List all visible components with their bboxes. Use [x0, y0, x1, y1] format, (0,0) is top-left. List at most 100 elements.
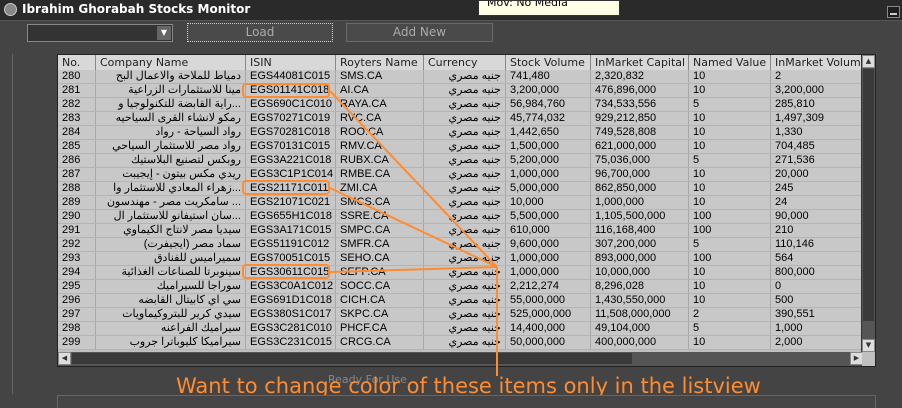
stocks-listview[interactable]: No. Company Name ISIN Royters Name Currency S… — [57, 54, 876, 367]
table-cell: سوراجا للسيراميك — [96, 280, 246, 293]
table-cell: سماد مصر (ايجيفرت) — [96, 238, 246, 251]
table-cell: جنيه مصري — [424, 196, 506, 209]
table-cell: 1,497,309 — [771, 112, 863, 125]
table-cell: 10 — [689, 70, 771, 83]
column-header[interactable]: Stock Volume — [506, 55, 591, 70]
table-row[interactable]: 296 سي اي كابيتال القابضه EGS691D1C018 CICH… — [58, 294, 863, 308]
column-header[interactable]: Royters Name — [336, 55, 424, 70]
table-row[interactable]: 297 سيدي كرير للبتروكيماويات EGS380S1C017 S… — [58, 308, 863, 322]
table-cell: EGS21071C021 — [246, 196, 336, 209]
table-cell: 1,330 — [771, 126, 863, 139]
app-icon[interactable] — [4, 3, 17, 16]
scroll-left-icon[interactable]: ◀ — [58, 352, 71, 365]
stock-combo[interactable]: ▼ — [27, 24, 173, 42]
table-row[interactable]: 295 سوراجا للسيراميك EGS3C0A1C012 SOCC.CA جن… — [58, 280, 863, 294]
table-row[interactable]: 291 سيديا مصر لانتاج الكيماوي EGS3A171C015… — [58, 224, 863, 238]
chevron-down-icon[interactable]: ▼ — [157, 26, 171, 40]
table-cell: 5 — [689, 238, 771, 251]
table-row[interactable]: 290 ...سان استيفانو للاستثمار ال EGS655H1C… — [58, 210, 863, 224]
table-cell: 55,000,000 — [506, 294, 591, 307]
table-cell: 10 — [689, 196, 771, 209]
column-header[interactable]: No. — [58, 55, 96, 70]
table-cell: 10 — [689, 168, 771, 181]
table-cell: EGS51191C012 — [246, 238, 336, 251]
table-row[interactable]: 285 رواد مصر للاستثمار السياحي EGS70131C01… — [58, 140, 863, 154]
column-header[interactable]: Company Name — [96, 55, 246, 70]
table-cell: EGS380S1C017 — [246, 308, 336, 321]
table-cell: 564 — [771, 252, 863, 265]
table-cell: 2,212,274 — [506, 280, 591, 293]
table-cell: جنيه مصري — [424, 238, 506, 251]
table-cell: جنيه مصري — [424, 224, 506, 237]
table-cell: EGS70271C019 — [246, 112, 336, 125]
table-cell: 10,000 — [506, 196, 591, 209]
table-cell: ...سان استيفانو للاستثمار ال — [96, 210, 246, 223]
add-new-button[interactable]: Add New — [346, 23, 493, 42]
table-cell: رواد السياحة - رواد — [96, 126, 246, 139]
table-row[interactable]: 287 ريدي مكس بيتون - إيجيبت EGS3C1P1C014 RM… — [58, 168, 863, 182]
window-title: Ibrahim Ghorabah Stocks Monitor — [22, 2, 251, 16]
table-cell: 2 — [771, 70, 863, 83]
table-row[interactable]: 281 مينا للاستثمارات الزراعية EGS01141C018… — [58, 84, 863, 98]
table-row[interactable]: 282 ...راية القابضة للتكنولوجيا و EGS690C1… — [58, 98, 863, 112]
table-cell: جنيه مصري — [424, 322, 506, 335]
table-cell: RAYA.CA — [336, 98, 424, 111]
table-cell: EGS3A221C018 — [246, 154, 336, 167]
table-cell: 893,000,000 — [591, 252, 689, 265]
table-cell: SMPC.CA — [336, 224, 424, 237]
vertical-scrollbar[interactable]: ▲ ▼ — [861, 55, 875, 352]
scroll-up-icon[interactable]: ▲ — [862, 55, 875, 68]
table-cell: SMCS.CA — [336, 196, 424, 209]
table-cell: EGS3C281C010 — [246, 322, 336, 335]
vertical-scroll-thumb[interactable] — [863, 69, 874, 321]
table-cell: 1,105,500,000 — [591, 210, 689, 223]
highlight-box — [242, 83, 330, 98]
table-row[interactable]: 298 سيراميك الفراعنه EGS3C281C010 PHCF.CA جن… — [58, 322, 863, 336]
table-row[interactable]: 294 سينوبرتا للصناعات الغذائية EGS30611C01… — [58, 266, 863, 280]
table-cell: SMFR.CA — [336, 238, 424, 251]
column-header[interactable]: InMarket Capital — [591, 55, 689, 70]
scroll-down-icon[interactable]: ▼ — [862, 339, 875, 352]
highlight-box — [242, 180, 330, 195]
table-cell: EGS690C1C010 — [246, 98, 336, 111]
table-row[interactable]: 286 روبكس لتصنيع البلاستيك EGS3A221C018 RUB… — [58, 154, 863, 168]
horizontal-scroll-thumb[interactable] — [72, 353, 632, 364]
table-cell: PHCF.CA — [336, 322, 424, 335]
table-cell: 24 — [771, 196, 863, 209]
column-header[interactable]: ISIN — [246, 55, 336, 70]
table-cell: 2,320,832 — [591, 70, 689, 83]
table-cell: 281 — [58, 84, 96, 97]
table-cell: 610,000 — [506, 224, 591, 237]
table-cell: 800,000 — [771, 266, 863, 279]
column-header[interactable]: Named Value — [689, 55, 771, 70]
table-row[interactable]: 289... سامكريت مصر - مهندسون EGS21071C021… — [58, 196, 863, 210]
table-row[interactable]: 283 رمكو لانشاء القرى السياحيه EGS70271C01… — [58, 112, 863, 126]
table-cell: 1,000,000 — [591, 196, 689, 209]
table-row[interactable]: 292 سماد مصر (ايجيفرت) EGS51191C012 SMFR.CA… — [58, 238, 863, 252]
table-cell: روبكس لتصنيع البلاستيك — [96, 154, 246, 167]
table-cell: ريدي مكس بيتون - إيجيبت — [96, 168, 246, 181]
table-cell: سينوبرتا للصناعات الغذائية — [96, 266, 246, 279]
table-row[interactable]: 280 دمياط للملاحة والاعمال البح EGS44081C0… — [58, 70, 863, 84]
table-cell: جنيه مصري — [424, 280, 506, 293]
load-button[interactable]: Load — [187, 23, 333, 42]
table-cell: EGS44081C015 — [246, 70, 336, 83]
table-cell: 9,600,000 — [506, 238, 591, 251]
table-cell: سيراميكا كليوباترا جروب — [96, 336, 246, 349]
table-cell: سي اي كابيتال القابضه — [96, 294, 246, 307]
minimize-icon[interactable] — [887, 6, 900, 18]
table-cell: سميراميس للفنادق — [96, 252, 246, 265]
column-header[interactable]: Currency — [424, 55, 506, 70]
table-row[interactable]: 288 ...زهراء المعادي للاستثمار وا EGS21171… — [58, 182, 863, 196]
table-cell: 10 — [689, 182, 771, 195]
table-cell: 1,000,000 — [506, 266, 591, 279]
table-row[interactable]: 284 رواد السياحة - رواد EGS70281C018 ROO.CA… — [58, 126, 863, 140]
horizontal-scrollbar[interactable]: ◀ ▶ — [58, 352, 863, 366]
table-row[interactable]: 299 سيراميكا كليوباترا جروب EGS3C231C015 CR… — [58, 336, 863, 350]
table-row[interactable]: 293 سميراميس للفنادق EGS70051C015 SEHO.CA جن… — [58, 252, 863, 266]
column-header[interactable]: InMarket Volume — [771, 55, 863, 70]
table-cell: EGS3C0A1C012 — [246, 280, 336, 293]
list-rows: 280 دمياط للملاحة والاعمال البح EGS44081C0… — [58, 70, 863, 350]
table-cell: EGS3A171C015 — [246, 224, 336, 237]
table-cell: 476,896,000 — [591, 84, 689, 97]
